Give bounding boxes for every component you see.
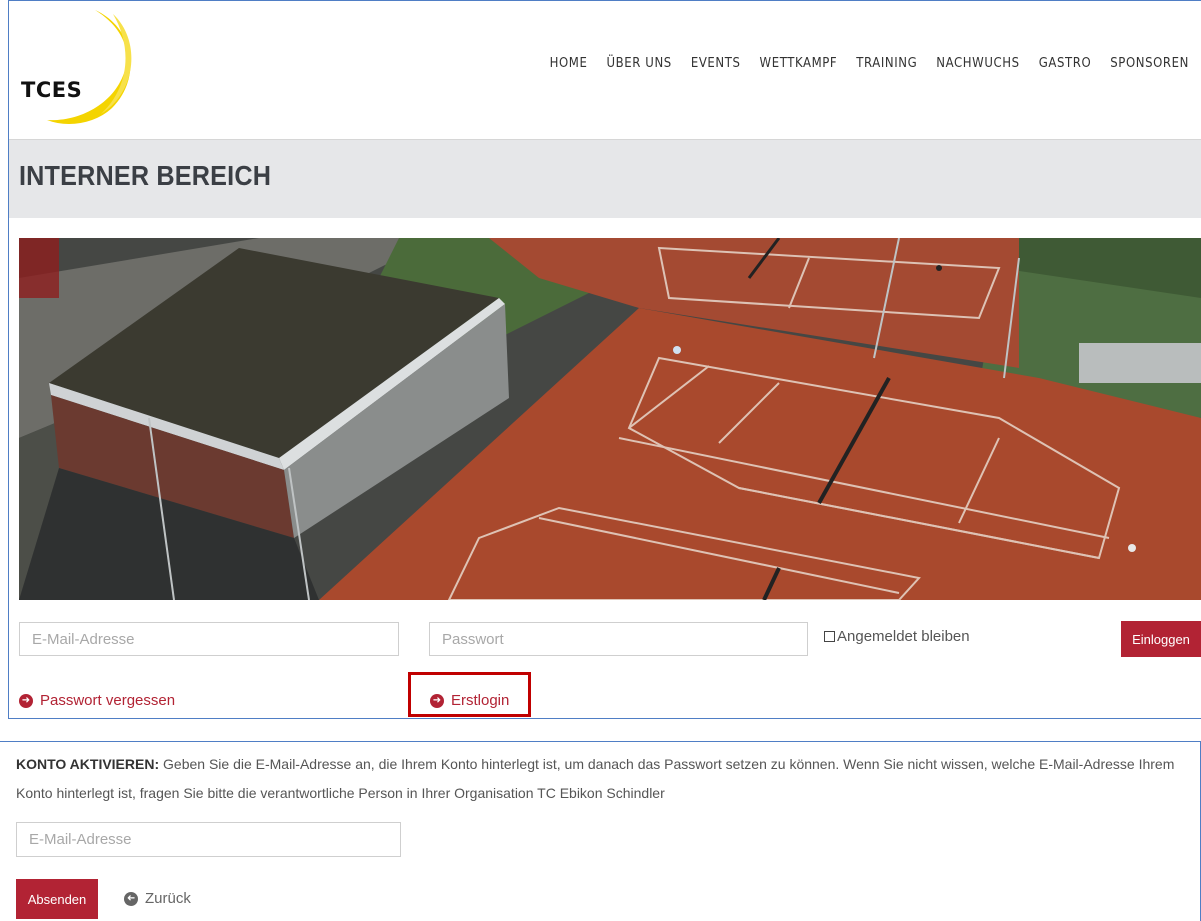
page-title: INTERNER BEREICH bbox=[19, 160, 272, 191]
highlight-box bbox=[408, 672, 531, 717]
back-label: Zurück bbox=[145, 890, 191, 907]
nav-item-gastro[interactable]: GASTRO bbox=[1039, 56, 1092, 71]
nav-item-training[interactable]: TRAINING bbox=[856, 56, 917, 71]
nav-item-home[interactable]: HOME bbox=[550, 56, 588, 71]
remember-me[interactable]: Angemeldet bleiben bbox=[824, 628, 970, 645]
remember-label: Angemeldet bleiben bbox=[837, 628, 970, 645]
nav-item-wettkampf[interactable]: WETTKAMPF bbox=[760, 56, 838, 71]
password-input[interactable] bbox=[429, 622, 808, 656]
nav-item-nachwuchs[interactable]: NACHWUCHS bbox=[936, 56, 1019, 71]
login-button[interactable]: Einloggen bbox=[1121, 621, 1201, 657]
forgot-password-label: Passwort vergessen bbox=[40, 692, 176, 709]
remember-checkbox[interactable] bbox=[824, 631, 835, 642]
nav-item-sponsoren[interactable]: SPONSOREN bbox=[1110, 56, 1189, 71]
forgot-password-link[interactable]: ➜ Passwort vergessen bbox=[19, 692, 175, 709]
logo-swoosh-icon bbox=[47, 10, 132, 124]
hero-image bbox=[19, 238, 1201, 600]
arrow-circle-left-icon: ➜ bbox=[124, 891, 138, 906]
back-link[interactable]: ➜ Zurück bbox=[124, 890, 191, 907]
submit-button[interactable]: Absenden bbox=[16, 879, 98, 919]
arrow-circle-right-icon: ➜ bbox=[19, 693, 33, 708]
nav-item-ueber-uns[interactable]: ÜBER UNS bbox=[606, 56, 671, 71]
site-logo[interactable]: TCES bbox=[17, 8, 147, 126]
logo-text: TCES bbox=[21, 78, 83, 102]
activate-email-input[interactable] bbox=[16, 822, 401, 857]
page-title-band: INTERNER BEREICH bbox=[9, 139, 1201, 218]
activate-heading: KONTO AKTIVIEREN: bbox=[16, 756, 160, 772]
main-nav: HOME ÜBER UNS EVENTS WETTKAMPF TRAINING … bbox=[531, 56, 1189, 71]
activate-description: KONTO AKTIVIEREN: Geben Sie die E-Mail-A… bbox=[16, 750, 1191, 808]
email-input[interactable] bbox=[19, 622, 399, 656]
nav-item-events[interactable]: EVENTS bbox=[691, 56, 741, 71]
activate-text: Geben Sie die E-Mail-Adresse an, die Ihr… bbox=[16, 756, 1175, 801]
